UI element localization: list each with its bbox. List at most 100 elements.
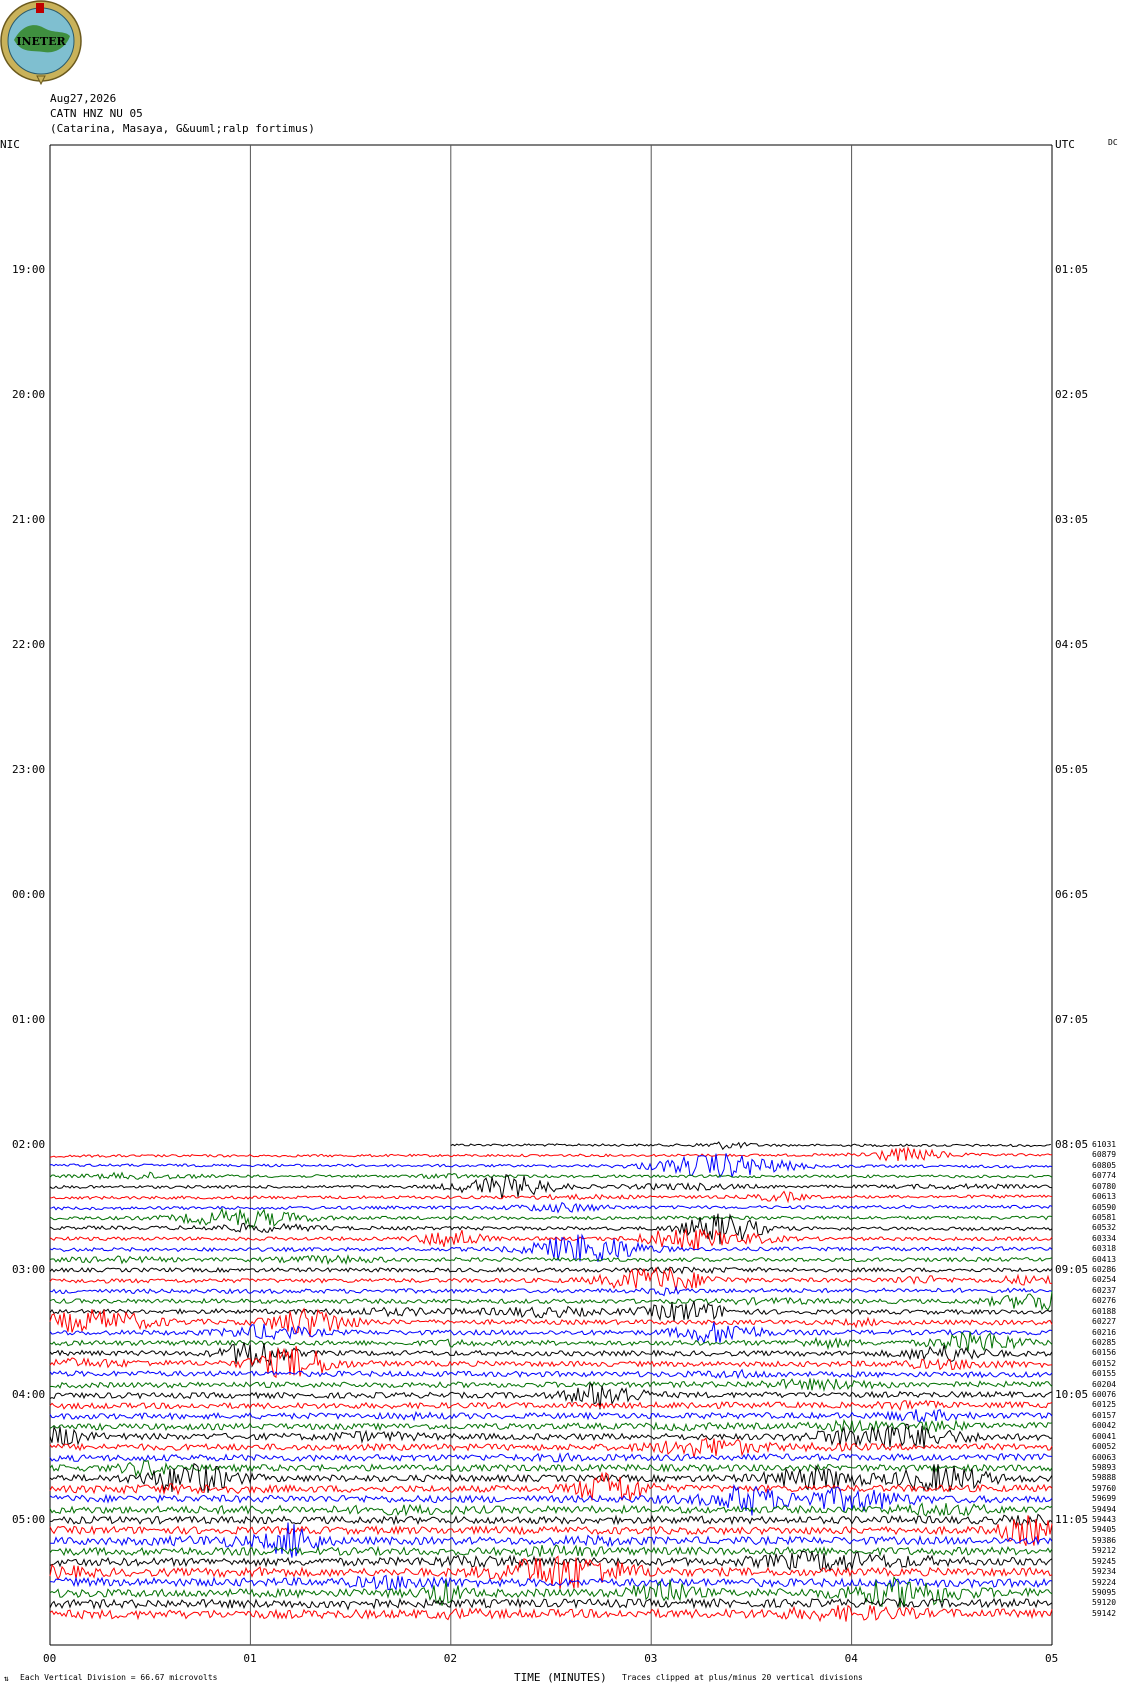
nic-hour-label: 02:00	[12, 1138, 46, 1151]
trace-dc-value: 60879	[1092, 1150, 1117, 1160]
trace-dc-value: 60774	[1092, 1171, 1117, 1181]
nic-hour-label: 20:00	[12, 388, 46, 401]
x-axis-label: TIME (MINUTES)	[514, 1671, 607, 1684]
seismic-trace	[49, 1153, 1053, 1179]
seismic-trace	[49, 1171, 1053, 1181]
seismic-trace	[49, 1254, 1053, 1266]
x-tick-label: 05	[1045, 1652, 1059, 1665]
trace-dc-value: 60285	[1092, 1337, 1117, 1347]
trace-dc-value: 60052	[1092, 1442, 1117, 1452]
seismic-trace	[49, 1423, 1053, 1449]
utc-hour-label: 05:05	[1055, 763, 1089, 776]
seismic-trace	[49, 1266, 1053, 1275]
nic-hour-label: 05:00	[12, 1513, 46, 1526]
utc-hour-label: 02:05	[1055, 388, 1089, 401]
clip-note: Traces clipped at plus/minus 20 vertical…	[622, 1673, 863, 1682]
trace-dc-value: 60532	[1092, 1223, 1117, 1233]
seismic-trace	[49, 1342, 1053, 1368]
trace-dc-value: 60042	[1092, 1421, 1117, 1431]
seismic-trace	[49, 1146, 1052, 1162]
seismic-trace	[49, 1483, 1053, 1516]
seismic-trace	[49, 1207, 1053, 1230]
seismic-trace	[450, 1141, 1051, 1151]
trace-dc-value: 59224	[1092, 1577, 1117, 1587]
trace-dc-value: 60254	[1092, 1275, 1117, 1285]
trace-dc-value: 60286	[1092, 1265, 1117, 1274]
trace-dc-value: 59893	[1092, 1462, 1117, 1472]
seismic-trace	[49, 1502, 1053, 1517]
trace-dc-value: 60276	[1092, 1296, 1117, 1306]
trace-dc-value: 60188	[1092, 1306, 1117, 1316]
x-tick-label: 00	[43, 1652, 57, 1665]
seismic-trace	[49, 1604, 1053, 1623]
seismic-trace	[49, 1460, 1053, 1478]
x-tick-label: 02	[443, 1652, 458, 1665]
trace-dc-value: 59142	[1092, 1608, 1117, 1618]
seismic-trace	[49, 1550, 1053, 1573]
nic-hour-label: 04:00	[12, 1388, 46, 1401]
seismic-trace	[49, 1190, 1053, 1204]
seismic-trace	[49, 1544, 1053, 1558]
nic-hour-label: 19:00	[12, 263, 46, 276]
nic-hour-label: 03:00	[12, 1263, 46, 1276]
scale-arrow-icon: ⇅	[4, 1674, 9, 1683]
trace-dc-value: 60581	[1092, 1212, 1117, 1222]
trace-dc-value: 60125	[1092, 1400, 1117, 1410]
utc-hour-label: 04:05	[1055, 638, 1089, 651]
trace-dc-value: 61031	[1092, 1140, 1117, 1149]
seismic-trace	[49, 1291, 1053, 1312]
seismic-trace	[49, 1452, 1053, 1463]
trace-dc-value: 60155	[1092, 1369, 1117, 1379]
trace-layer	[49, 1141, 1053, 1623]
trace-dc-value: 60152	[1092, 1358, 1117, 1368]
nic-hour-label: 00:00	[12, 888, 46, 901]
trace-dc-value: 60780	[1092, 1181, 1117, 1191]
seismic-trace	[50, 1513, 1053, 1526]
trace-dc-value: 60334	[1092, 1233, 1117, 1243]
x-tick-label: 03	[644, 1652, 658, 1665]
trace-dc-value: 60041	[1092, 1431, 1117, 1441]
trace-dc-value: 60613	[1092, 1192, 1117, 1202]
trace-dc-value: 59386	[1092, 1535, 1117, 1545]
utc-hour-label: 07:05	[1055, 1013, 1089, 1026]
seismic-trace	[49, 1321, 1053, 1345]
seismic-trace	[49, 1399, 1053, 1412]
trace-dc-value: 59699	[1092, 1494, 1117, 1504]
trace-dc-value: 60216	[1092, 1327, 1117, 1337]
trace-dc-value: 60805	[1092, 1160, 1117, 1170]
helicorder-plot	[49, 144, 1053, 1646]
trace-dc-value: 60318	[1092, 1244, 1117, 1254]
nic-hour-label: 21:00	[12, 513, 46, 526]
trace-dc-value: 59095	[1092, 1587, 1117, 1597]
trace-dc-value: 60590	[1092, 1202, 1117, 1212]
trace-dc-value: 59234	[1092, 1567, 1117, 1577]
utc-hour-label: 01:05	[1055, 263, 1089, 276]
seismic-trace	[49, 1300, 1053, 1322]
trace-dc-value: 59245	[1092, 1556, 1117, 1566]
utc-hour-label: 11:05	[1055, 1513, 1089, 1526]
seismic-trace	[49, 1377, 1053, 1393]
trace-dc-value: 59888	[1092, 1473, 1117, 1483]
utc-hour-label: 09:05	[1055, 1263, 1089, 1276]
trace-dc-value: 60413	[1092, 1254, 1117, 1264]
trace-dc-value: 59760	[1092, 1483, 1117, 1493]
trace-dc-value: 60227	[1092, 1317, 1117, 1327]
seismic-trace	[49, 1173, 1053, 1199]
seismic-trace	[49, 1285, 1053, 1297]
trace-dc-value: 59212	[1092, 1546, 1117, 1556]
trace-dc-value: 60076	[1092, 1390, 1117, 1399]
seismic-trace	[49, 1227, 1053, 1251]
vertical-division-note: Each Vertical Division = 66.67 microvolt…	[20, 1673, 218, 1682]
trace-dc-value: 60237	[1092, 1285, 1117, 1295]
seismic-trace	[49, 1409, 1053, 1423]
trace-dc-value: 60063	[1092, 1452, 1117, 1462]
trace-dc-value: 60204	[1092, 1379, 1117, 1389]
nic-hour-label: 01:00	[12, 1013, 46, 1026]
trace-dc-value: 59443	[1092, 1515, 1117, 1524]
nic-hour-label: 23:00	[12, 763, 46, 776]
seismic-trace	[49, 1368, 1053, 1380]
x-tick-label: 01	[243, 1652, 257, 1665]
seismic-trace	[49, 1331, 1053, 1352]
utc-hour-label: 03:05	[1055, 513, 1089, 526]
seismic-trace	[49, 1597, 1053, 1611]
